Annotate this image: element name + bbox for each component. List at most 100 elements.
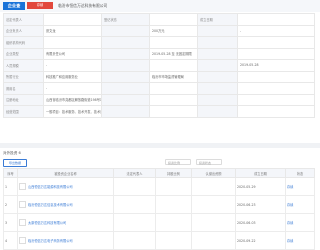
page-header: 企业查 存续 临汾市恒信万达科技有限公司 — [0, 0, 320, 12]
info-value: - — [43, 59, 102, 72]
info-value: - — [43, 82, 102, 95]
info-label: 企业负责人 — [3, 24, 44, 37]
cell-amount — [191, 213, 236, 232]
info-label — [197, 93, 238, 106]
info-value — [149, 105, 198, 118]
info-value: 200万元 — [149, 24, 198, 37]
company-detail-page: 企业查 存续 临汾市恒信万达科技有限公司 法定代表人 登记状态 成立日期 企业负责人张… — [0, 0, 320, 250]
cell-status: 存续 — [285, 231, 315, 250]
info-label: 组织机构代码 — [3, 36, 44, 49]
cell-index: 4 — [3, 231, 18, 250]
company-name-link[interactable]: 临汾恒信万达电子商务有限公司 — [28, 239, 88, 243]
cell-rep[interactable] — [113, 231, 156, 250]
info-label: 登记状态 — [101, 13, 150, 26]
info-row: 所属行业 科技推广和应用服务业 临汾市市场监督管理局 — [3, 70, 315, 83]
cell-ratio — [155, 177, 192, 196]
table-row: 4 临汾恒信万达电子商务有限公司 2020-09-22 存续 — [3, 231, 315, 250]
info-label — [197, 82, 238, 95]
info-label — [101, 70, 150, 83]
table-row: 3 太原恒信万达科技有限公司 2020-06-03 存续 — [3, 213, 315, 232]
company-name-link[interactable]: 临汾恒信万达信息技术有限公司 — [28, 203, 88, 207]
info-value — [43, 13, 102, 26]
info-label: 经营范围 — [3, 105, 44, 118]
export-button[interactable]: 导出数据 — [3, 159, 27, 167]
cell-amount — [191, 231, 236, 250]
status-tag: 存续 — [27, 2, 53, 9]
column-header: 认缴出资额 — [191, 168, 236, 178]
cell-rep[interactable] — [113, 213, 156, 232]
info-label: 法定代表人 — [3, 13, 44, 26]
info-label — [101, 105, 150, 118]
cell-status: 存续 — [285, 213, 315, 232]
cell-date: 2020-06-03 — [235, 213, 286, 232]
info-value — [237, 105, 315, 118]
status-text: 存续 — [287, 238, 294, 243]
cell-amount — [191, 195, 236, 214]
info-row: 企业负责人 张文龙 200万元 - — [3, 24, 315, 37]
investment-section-title: 对外投资 6 — [3, 151, 21, 155]
info-value — [149, 36, 198, 49]
info-label — [101, 82, 150, 95]
cell-ratio — [155, 231, 192, 250]
info-label — [197, 36, 238, 49]
info-label: 人员规模 — [3, 59, 44, 72]
cell-name[interactable]: 临汾恒信万达电子商务有限公司 — [17, 231, 114, 250]
company-name-link[interactable]: 太原恒信万达科技有限公司 — [28, 221, 88, 225]
info-label — [197, 105, 238, 118]
cell-date: 2020-06-23 — [235, 195, 286, 214]
status-text: 存续 — [287, 202, 294, 207]
info-label: 成立日期 — [197, 13, 238, 26]
cell-date: 2020-09-22 — [235, 231, 286, 250]
info-row: 企业类型 有限责任公司 2019-05-28 至 无固定期限 — [3, 47, 315, 60]
info-value — [149, 93, 198, 106]
cell-name[interactable]: 临汾恒信万达信息技术有限公司 — [17, 195, 114, 214]
info-row: 注册地址山西省临汾市尧都区解放路街道198号1幢1单元601室 — [3, 93, 315, 106]
cell-date: 2020-05-29 — [235, 177, 286, 196]
info-label — [197, 59, 238, 72]
info-value — [237, 70, 315, 83]
info-value — [237, 47, 315, 60]
table-row: 2 临汾恒信万达信息技术有限公司 2020-06-23 存续 — [3, 195, 315, 214]
info-row: 法定代表人 登记状态 成立日期 — [3, 13, 315, 26]
info-value: - — [237, 24, 315, 37]
info-label — [101, 59, 150, 72]
company-logo-icon — [19, 237, 26, 244]
site-logo[interactable]: 企业查 — [3, 1, 25, 10]
info-label: 曾用名 — [3, 82, 44, 95]
info-label: 注册地址 — [3, 93, 44, 106]
table-row: 1 山西恒信万达能源科技有限公司 2020-05-29 存续 — [3, 177, 315, 196]
info-label — [197, 24, 238, 37]
info-value — [237, 36, 315, 49]
company-title: 临汾市恒信万达科技有限公司 — [58, 3, 108, 8]
info-row: 经营范围一般项目：技术服务、技术开发、技术咨询、技术交流、技术转让、技术推广；软… — [3, 105, 315, 118]
filter-status-dropdown[interactable]: 投资状态 — [196, 159, 222, 165]
column-header: 状态 — [285, 168, 315, 178]
cell-status: 存续 — [285, 195, 315, 214]
company-name-link[interactable]: 山西恒信万达能源科技有限公司 — [28, 185, 88, 189]
info-value: 2019-05-28 — [237, 59, 315, 72]
status-text: 存续 — [287, 184, 294, 189]
column-header: 被投资企业名称 — [17, 168, 114, 178]
cell-rep[interactable] — [113, 195, 156, 214]
filter-ratio-dropdown[interactable]: 投资比例 — [165, 159, 191, 165]
info-label — [197, 47, 238, 60]
info-value: 临汾市市场监督管理局 — [149, 70, 198, 83]
company-logo-icon — [19, 219, 26, 226]
info-value: 科技推广和应用服务业 — [43, 70, 102, 83]
info-value — [149, 13, 198, 26]
cell-index: 1 — [3, 177, 18, 196]
info-value: 张文龙 — [43, 24, 102, 37]
info-label — [101, 36, 150, 49]
cell-rep[interactable] — [113, 177, 156, 196]
info-value — [149, 82, 198, 95]
company-logo-icon — [19, 183, 26, 190]
cell-status: 存续 — [285, 177, 315, 196]
cell-name[interactable]: 太原恒信万达科技有限公司 — [17, 213, 114, 232]
column-header: 序号 — [3, 168, 18, 178]
investment-table: 序号 被投资企业名称 法定代表人 持股比例 认缴出资额 成立日期 状态 1 山西恒信万达能源科… — [3, 168, 315, 250]
info-value: 有限责任公司 — [43, 47, 102, 60]
info-label — [101, 24, 150, 37]
info-label: 所属行业 — [3, 70, 44, 83]
section-divider — [0, 143, 320, 148]
cell-name[interactable]: 山西恒信万达能源科技有限公司 — [17, 177, 114, 196]
